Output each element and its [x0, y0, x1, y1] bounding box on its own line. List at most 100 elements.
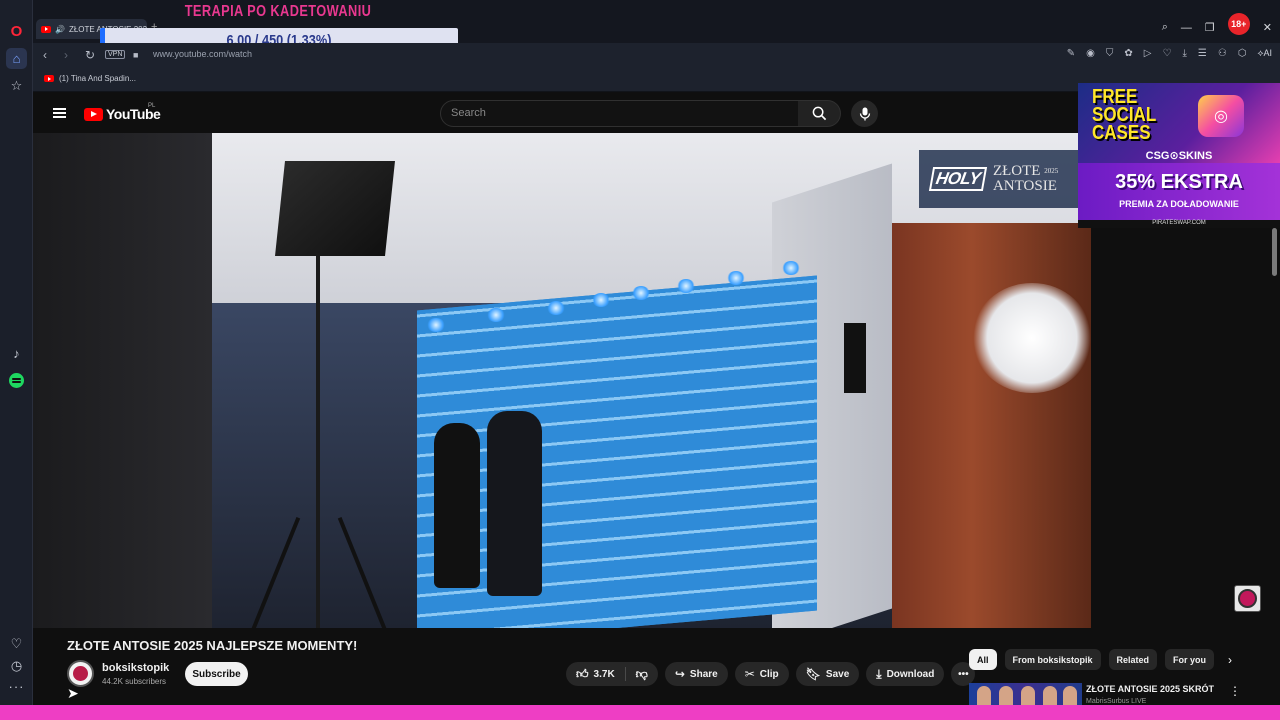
video-lamp-stand — [316, 253, 320, 628]
ad-headline: FREE SOCIAL CASES — [1092, 86, 1157, 144]
search-input[interactable]: Search — [440, 100, 799, 127]
ad-top-banner: FREE SOCIAL CASES ◎ CSG⊙SKINS — [1078, 83, 1280, 163]
heart-icon[interactable]: ♡ — [6, 633, 27, 654]
address-bar-icons: ✎ ◉ ⛉ ✿ ▷ ♡ ⤓ ☰ ⚇ ⬡ ⟡AI — [1067, 48, 1272, 59]
edit-icon[interactable]: ✎ — [1067, 48, 1075, 59]
reload-button[interactable]: ↻ — [85, 48, 95, 62]
instagram-icon: ◎ — [1198, 95, 1244, 137]
ad-bottom-banner: 35% EKSTRA PREMIA ZA DOŁADOWANIE — [1078, 163, 1280, 220]
thumbs-down-icon: 👎︎ — [635, 666, 648, 681]
share-icon: ↪ — [674, 667, 685, 681]
minimize-button[interactable]: — — [1181, 22, 1192, 34]
video-lamp — [275, 161, 395, 256]
tiktok-icon[interactable]: ♪ — [6, 343, 27, 364]
like-dislike-group: 👍︎ 3.7K 👎︎ — [566, 662, 658, 686]
profile-icon[interactable]: ⚇ — [1218, 48, 1227, 59]
search-button[interactable] — [798, 100, 841, 127]
spotlight — [547, 301, 565, 315]
thumbnail-face — [999, 686, 1013, 705]
advertisement[interactable]: FREE SOCIAL CASES ◎ CSG⊙SKINS 35% EKSTRA P… — [1078, 83, 1280, 228]
share-button[interactable]: ↪ Share — [664, 662, 728, 686]
chip-all[interactable]: All — [969, 649, 997, 670]
spotlight — [427, 318, 445, 332]
channel-watermark-button[interactable] — [1234, 585, 1261, 612]
search-tabs-icon[interactable]: ⌕ — [1162, 21, 1168, 34]
channel-avatar[interactable] — [67, 660, 94, 687]
video-speaker — [844, 323, 866, 393]
video-frame[interactable]: HOLY ZŁOTE 2025 ANTOSIE — [212, 133, 1091, 628]
clip-label: Clip — [759, 668, 779, 680]
url-field[interactable]: www.youtube.com/watch — [153, 49, 252, 59]
menu-icon[interactable]: ☰ — [1198, 48, 1207, 59]
hamburger-menu-icon[interactable] — [53, 108, 66, 118]
search-icon — [812, 106, 826, 121]
like-count: 3.7K — [593, 668, 615, 680]
channel-name[interactable]: boksikstopik — [102, 662, 169, 674]
video-player[interactable]: HOLY ZŁOTE 2025 ANTOSIE — [33, 133, 1091, 628]
chip-from-channel[interactable]: From boksikstopik — [1004, 649, 1101, 670]
video-person — [487, 411, 542, 596]
shield-icon[interactable]: ⛉ — [1106, 48, 1114, 59]
clip-button[interactable]: ✂ Clip — [734, 662, 789, 686]
aria-ai-button[interactable]: ⟡AI — [1258, 48, 1272, 59]
youtube-favicon-icon — [44, 75, 54, 82]
star-icon[interactable]: ☆ — [6, 75, 27, 96]
download-button[interactable]: ⤓ Download — [866, 662, 945, 686]
bookmark-heart-icon[interactable]: ♡ — [1162, 48, 1171, 59]
dislike-button[interactable]: 👎︎ — [626, 662, 658, 686]
download-icon[interactable]: ⤓ — [1182, 48, 1186, 59]
thumbnail-face — [1021, 686, 1035, 705]
video-details: ZŁOTE ANTOSIE 2025 NAJLEPSZE MOMENTY! bo… — [33, 628, 1280, 705]
play-icon[interactable]: ▷ — [1144, 48, 1152, 59]
more-icon[interactable]: ··· — [6, 676, 27, 697]
thumbnail-face — [977, 686, 991, 705]
ad-brand: CSG⊙SKINS — [1145, 150, 1213, 162]
page-scrollbar[interactable] — [1272, 228, 1277, 276]
back-button[interactable]: ‹ — [43, 48, 47, 62]
video-feathers — [972, 283, 1091, 393]
bookmark-item[interactable]: (1) Tina And Spadin... — [44, 74, 136, 83]
bookmark-label: (1) Tina And Spadin... — [59, 74, 136, 83]
thumbnail-face — [1043, 686, 1057, 705]
camera-icon[interactable]: ◉ — [1086, 48, 1095, 59]
chip-related[interactable]: Related — [1108, 649, 1158, 670]
youtube-play-icon — [84, 107, 103, 121]
clock-icon[interactable]: ◷ — [6, 655, 27, 676]
subscribe-button[interactable]: Subscribe — [185, 662, 248, 686]
speaker-icon[interactable]: 🔊 — [55, 25, 65, 34]
lock-icon[interactable]: ■ — [133, 50, 138, 60]
chevron-right-icon[interactable]: › — [1228, 653, 1232, 667]
youtube-favicon-icon — [41, 25, 51, 33]
restore-button[interactable]: ❐ — [1205, 21, 1215, 34]
voice-search-button[interactable] — [851, 100, 878, 127]
recommendation-channel: MabrisSurbus LIVE — [1086, 698, 1147, 705]
save-button[interactable]: 🔖︎ Save — [795, 662, 860, 686]
forward-button[interactable]: › — [64, 48, 68, 62]
spotlight — [632, 286, 650, 300]
like-button[interactable]: 👍︎ 3.7K — [566, 662, 625, 686]
video-person — [434, 423, 480, 588]
video-title: ZŁOTE ANTOSIE 2025 NAJLEPSZE MOMENTY! — [67, 638, 358, 653]
more-horizontal-icon: ••• — [958, 668, 969, 680]
ad-site: PIRATESWAP.COM — [1078, 220, 1280, 228]
recommendation-thumbnail[interactable] — [969, 683, 1082, 705]
opera-logo-icon[interactable]: O — [6, 21, 27, 42]
home-icon[interactable]: ⌂ — [6, 48, 27, 69]
filter-chips: All From boksikstopik Related For you › — [969, 649, 1232, 670]
spotlight — [487, 308, 505, 322]
spotlight — [782, 261, 800, 275]
spotify-icon[interactable] — [6, 370, 27, 391]
watermark-event: ZŁOTE 2025 ANTOSIE — [992, 163, 1059, 194]
close-window-button[interactable]: ✕ — [1263, 21, 1272, 34]
recommendation-title[interactable]: ZŁOTE ANTOSIE 2025 SKRÓT — [1086, 684, 1214, 694]
chip-for-you[interactable]: For you — [1165, 649, 1215, 670]
cube-icon[interactable]: ⬡ — [1238, 48, 1247, 59]
extension-icon[interactable]: ✿ — [1124, 48, 1132, 59]
share-label: Share — [689, 668, 718, 680]
vpn-badge[interactable]: VPN — [105, 50, 126, 59]
thumbs-up-icon: 👍︎ — [576, 666, 589, 681]
more-vertical-icon[interactable]: ⋮ — [1229, 684, 1241, 698]
watermark-brand: HOLY — [928, 167, 988, 191]
subscriber-count: 44.2K subscribers — [102, 677, 167, 686]
scissors-icon: ✂ — [744, 667, 755, 681]
